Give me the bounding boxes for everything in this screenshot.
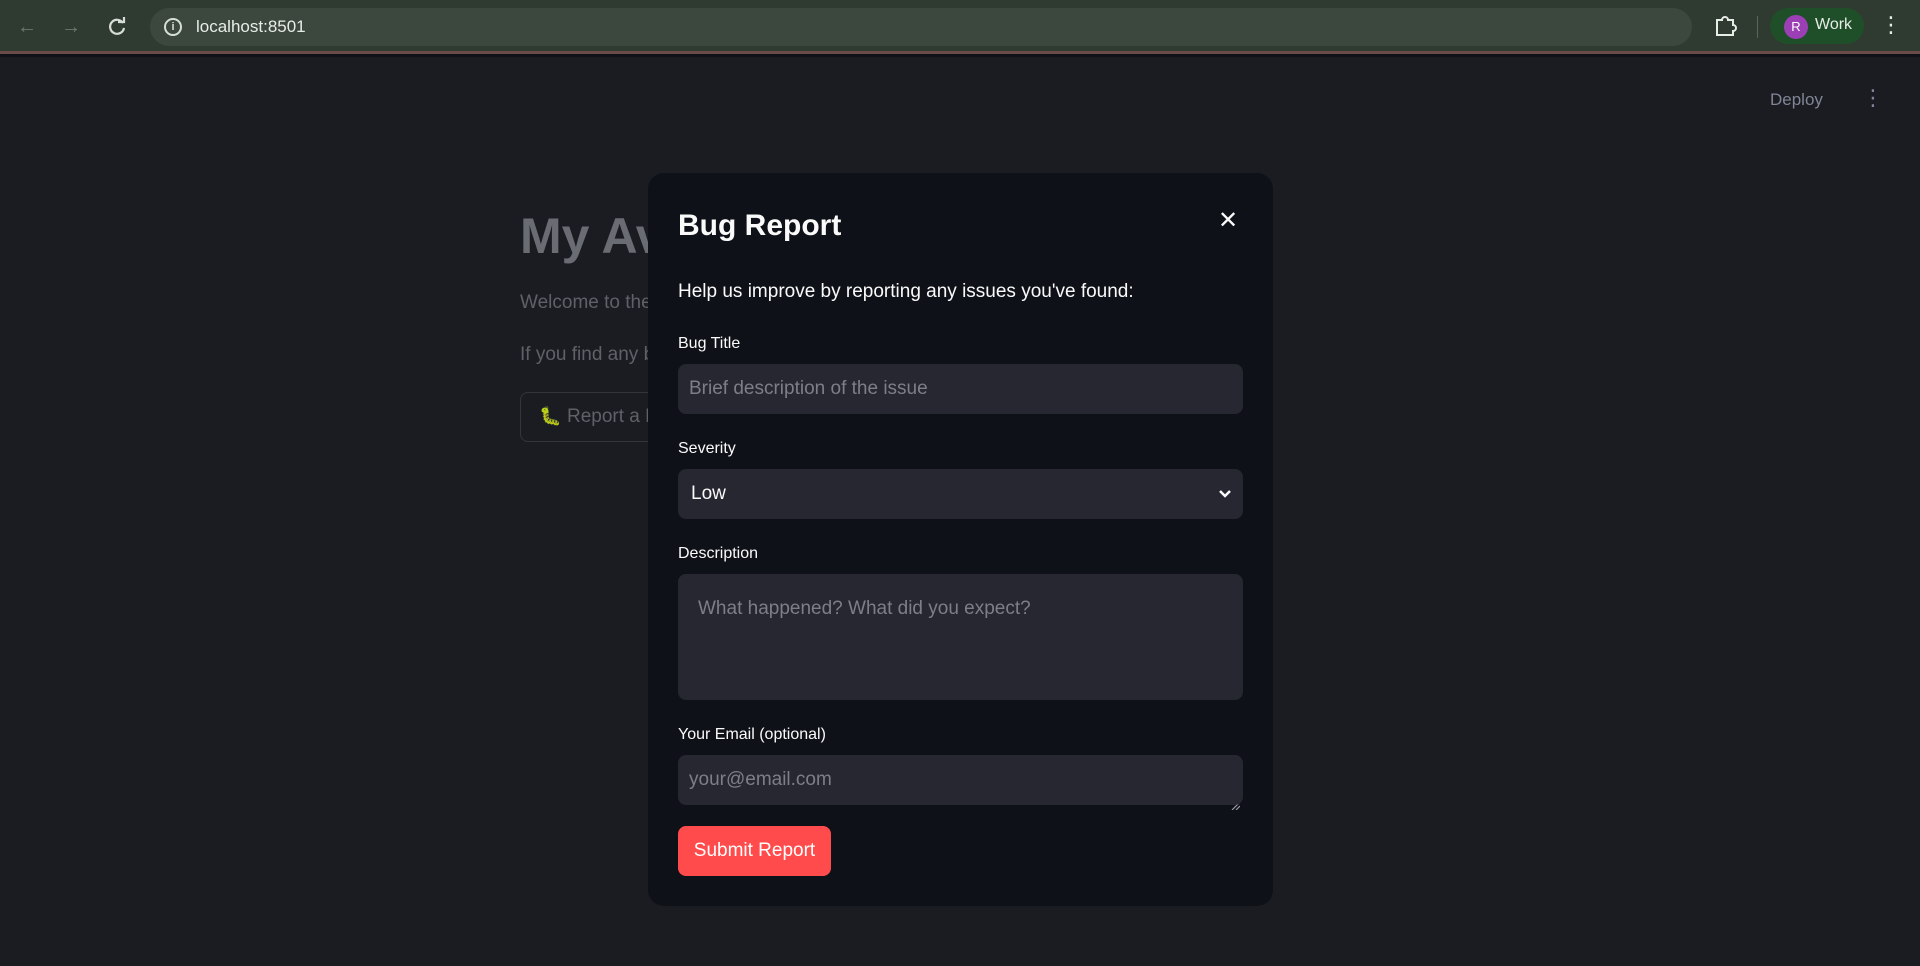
toolbar-divider bbox=[1757, 16, 1758, 38]
dialog-intro-text: Help us improve by reporting any issues … bbox=[678, 281, 1134, 302]
close-icon[interactable]: ✕ bbox=[1216, 209, 1240, 233]
email-field[interactable] bbox=[678, 755, 1243, 805]
page-title: My Av bbox=[520, 208, 664, 264]
caterpillar-icon: 🐛 bbox=[539, 406, 562, 426]
url-text[interactable]: localhost:8501 bbox=[196, 17, 306, 37]
streamlit-app: Deploy ⋮ My Av Welcome to the If you fin… bbox=[0, 57, 1920, 966]
description-textarea[interactable] bbox=[678, 574, 1243, 700]
welcome-text: Welcome to the bbox=[520, 292, 652, 313]
description-label: Description bbox=[678, 545, 759, 562]
profile-name: Work bbox=[1815, 16, 1853, 33]
bug-title-input[interactable] bbox=[678, 364, 1243, 414]
site-info-icon[interactable]: i bbox=[164, 18, 182, 36]
browser-menu-icon[interactable]: ⋮ bbox=[1880, 12, 1902, 38]
reload-icon[interactable] bbox=[104, 14, 130, 40]
extensions-puzzle-icon[interactable] bbox=[1712, 12, 1738, 38]
email-label: Your Email (optional) bbox=[678, 726, 826, 743]
severity-label: Severity bbox=[678, 440, 736, 457]
severity-selected-value: Low bbox=[691, 483, 726, 504]
chevron-down-icon bbox=[1219, 490, 1231, 498]
profile-button[interactable]: R Work bbox=[1770, 8, 1864, 44]
bug-report-dialog: Bug Report ✕ Help us improve by reportin… bbox=[648, 173, 1273, 906]
main-menu-icon[interactable]: ⋮ bbox=[1862, 85, 1884, 111]
back-arrow-icon[interactable]: ← bbox=[14, 14, 40, 40]
dialog-title: Bug Report bbox=[678, 209, 842, 242]
bug-title-label: Bug Title bbox=[678, 335, 741, 352]
bug-prompt-text: If you find any b bbox=[520, 344, 655, 365]
submit-report-button[interactable]: Submit Report bbox=[678, 826, 831, 876]
forward-arrow-icon[interactable]: → bbox=[58, 14, 84, 40]
browser-toolbar: ← → i localhost:8501 ☆ R Work ⋮ bbox=[0, 0, 1920, 54]
avatar: R bbox=[1784, 15, 1808, 39]
report-bug-label: Report a B bbox=[567, 406, 658, 427]
severity-select[interactable]: Low bbox=[678, 469, 1243, 519]
deploy-button[interactable]: Deploy bbox=[1770, 90, 1823, 110]
address-bar[interactable]: i localhost:8501 ☆ bbox=[150, 8, 1820, 47]
